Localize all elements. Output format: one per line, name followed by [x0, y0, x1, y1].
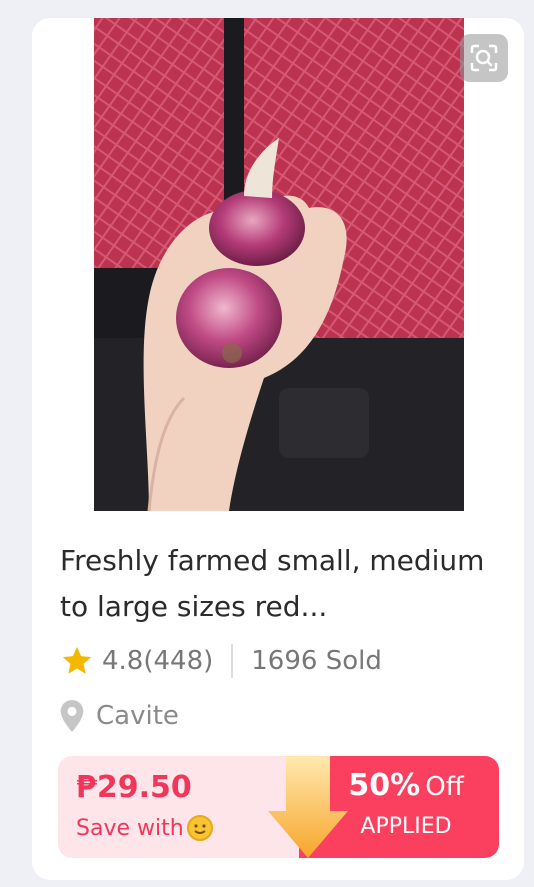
- location-row: Cavite: [58, 696, 179, 736]
- product-card[interactable]: Freshly farmed small, medium to large si…: [32, 18, 524, 880]
- location-pin-icon: [60, 700, 84, 732]
- coin-icon: [186, 815, 213, 841]
- location-label: Cavite: [96, 701, 179, 731]
- star-icon: [62, 646, 92, 674]
- rating-row: 4.8(448) 1696 Sold: [60, 641, 382, 681]
- divider: [231, 644, 234, 678]
- promo-banner[interactable]: ₱29.50 Save with 50% Off APPLIED: [58, 756, 499, 858]
- discount-off: Off: [425, 772, 464, 802]
- scan-search-icon: [470, 44, 498, 72]
- save-with-label: Save with: [76, 814, 214, 842]
- product-title[interactable]: Freshly farmed small, medium to large si…: [60, 538, 510, 630]
- sold-count: 1696 Sold: [251, 646, 382, 676]
- promo-price: ₱29.50: [76, 770, 192, 805]
- applied-label: APPLIED: [360, 814, 452, 839]
- image-search-button[interactable]: [460, 34, 508, 82]
- rating-value: 4.8(448): [102, 646, 214, 676]
- save-with-text: Save with: [76, 815, 184, 841]
- discount-percent: 50%: [348, 768, 421, 803]
- product-image[interactable]: [94, 18, 464, 511]
- discount-label: 50% Off: [326, 768, 486, 803]
